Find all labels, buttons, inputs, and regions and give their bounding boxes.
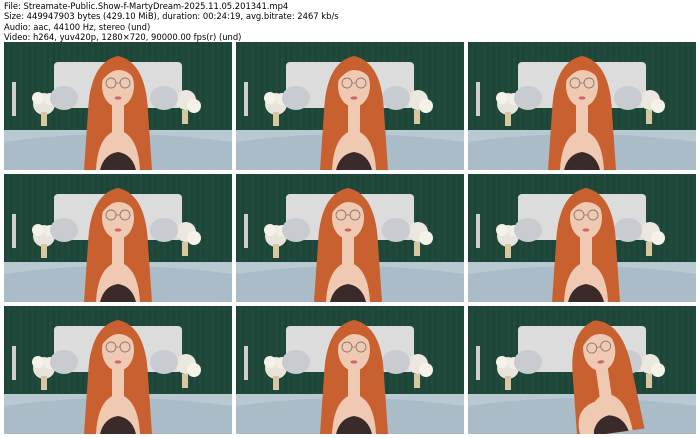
thumbnail-frame-image <box>468 42 696 170</box>
video-thumbnail <box>4 42 232 170</box>
thumbnail-frame-image <box>468 306 696 434</box>
thumbnail-frame-image <box>4 42 232 170</box>
video-thumbnail <box>236 306 464 434</box>
thumbnail-grid <box>0 0 700 438</box>
video-thumbnail <box>4 174 232 302</box>
video-thumbnail <box>468 42 696 170</box>
thumbnail-frame-image <box>4 174 232 302</box>
video-thumbnail <box>236 42 464 170</box>
video-thumbnail <box>4 306 232 434</box>
video-thumbnail <box>468 306 696 434</box>
thumbnail-frame-image <box>236 42 464 170</box>
video-thumbnail <box>468 174 696 302</box>
video-thumbnail <box>236 174 464 302</box>
thumbnail-frame-image <box>4 306 232 434</box>
thumbnail-frame-image <box>236 174 464 302</box>
thumbnail-frame-image <box>468 174 696 302</box>
thumbnail-frame-image <box>236 306 464 434</box>
